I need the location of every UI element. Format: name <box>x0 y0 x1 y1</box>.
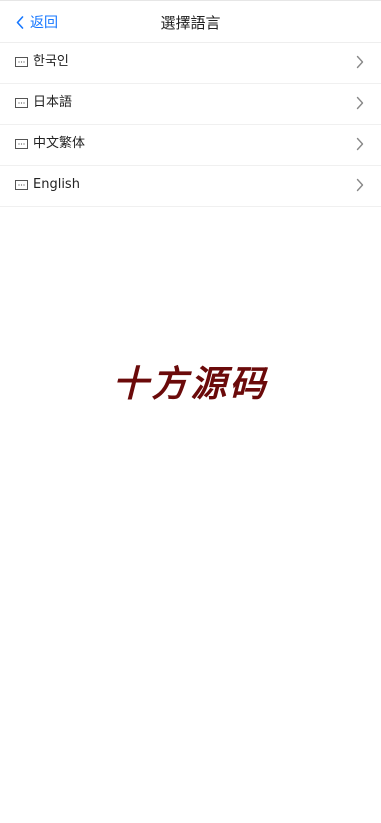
flag-icon <box>15 57 28 67</box>
language-item-korean[interactable]: 한국인 <box>0 43 381 84</box>
language-label: 한국인 <box>33 54 69 69</box>
language-label: 中文繁体 <box>33 136 86 151</box>
language-item-japanese[interactable]: 日本語 <box>0 84 381 125</box>
watermark-text: 十方源码 <box>112 364 269 405</box>
language-item-traditional-chinese[interactable]: 中文繁体 <box>0 125 381 166</box>
language-list: 한국인 日本語 中文繁体 English <box>0 43 381 207</box>
header-bar: 返回 選擇語言 <box>0 1 381 43</box>
language-item-english[interactable]: English <box>0 166 381 207</box>
language-label: 日本語 <box>33 95 73 110</box>
flag-icon <box>15 98 28 108</box>
chevron-right-icon <box>356 96 364 110</box>
chevron-right-icon <box>356 137 364 151</box>
flag-icon <box>15 180 28 190</box>
chevron-right-icon <box>356 55 364 69</box>
language-label: English <box>33 177 80 192</box>
page-title: 選擇語言 <box>160 14 221 32</box>
chevron-right-icon <box>356 178 364 192</box>
flag-icon <box>15 139 28 149</box>
